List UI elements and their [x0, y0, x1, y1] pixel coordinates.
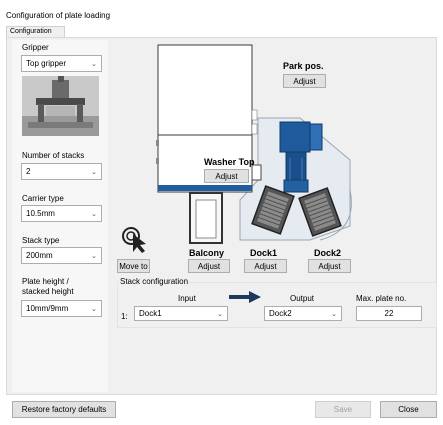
number-of-stacks-value: 2: [26, 167, 31, 176]
chevron-down-icon: ⌄: [91, 60, 97, 68]
restore-factory-defaults-button[interactable]: Restore factory defaults: [12, 401, 116, 418]
dock2-title: Dock2: [314, 248, 342, 258]
plate-height-select[interactable]: 10mm/9mm ⌄: [21, 300, 102, 317]
chevron-down-icon: ⌄: [91, 210, 97, 218]
dock1-adjust-button[interactable]: Adjust: [244, 259, 287, 273]
row-index: 1:: [121, 312, 128, 321]
carrier-type-label: Carrier type: [22, 194, 64, 203]
gripper-value: Top gripper: [26, 59, 67, 68]
output-header: Output: [290, 294, 315, 303]
chevron-down-icon: ⌄: [91, 168, 97, 176]
gripper-photo: [22, 76, 99, 136]
park-pos-title: Park pos.: [283, 61, 324, 71]
input-select[interactable]: Dock1 ⌄: [134, 306, 228, 321]
gripper-select[interactable]: Top gripper ⌄: [21, 55, 102, 72]
output-select[interactable]: Dock2 ⌄: [264, 306, 342, 321]
chevron-down-icon: ⌄: [91, 305, 97, 313]
carrier-type-select[interactable]: 10.5mm ⌄: [21, 205, 102, 222]
input-header: Input: [178, 294, 196, 303]
chevron-down-icon: ⌄: [331, 310, 337, 318]
balcony-adjust-button[interactable]: Adjust: [188, 259, 230, 273]
washer-top-adjust-button[interactable]: Adjust: [204, 169, 249, 183]
max-plate-header: Max. plate no.: [356, 294, 407, 303]
max-plate-input[interactable]: 22: [356, 306, 422, 321]
stack-type-value: 200mm: [26, 251, 53, 260]
gripper-label: Gripper: [22, 43, 49, 52]
output-value: Dock2: [269, 309, 292, 318]
save-button[interactable]: Save: [315, 401, 371, 418]
plate-height-label-line2: stacked height: [22, 287, 74, 296]
close-button[interactable]: Close: [380, 401, 437, 418]
washer-top-title: Washer Top: [204, 157, 255, 167]
arrow-right-icon: [229, 291, 261, 303]
chevron-down-icon: ⌄: [91, 252, 97, 260]
input-value: Dock1: [139, 309, 162, 318]
number-of-stacks-label: Number of stacks: [22, 151, 85, 160]
stack-type-select[interactable]: 200mm ⌄: [21, 247, 102, 264]
chevron-down-icon: ⌄: [217, 310, 223, 318]
plate-height-label-line1: Plate height /: [22, 277, 69, 286]
dock2-adjust-button[interactable]: Adjust: [308, 259, 351, 273]
carrier-type-value: 10.5mm: [26, 209, 55, 218]
stack-type-label: Stack type: [22, 236, 60, 245]
number-of-stacks-select[interactable]: 2 ⌄: [21, 163, 102, 180]
move-to-button[interactable]: Move to: [117, 259, 150, 273]
plate-height-value: 10mm/9mm: [26, 304, 69, 313]
dock1-title: Dock1: [250, 248, 278, 258]
instrument-diagram: [150, 40, 360, 275]
window-title: Configuration of plate loading: [6, 11, 111, 20]
move-to-icon[interactable]: [117, 226, 150, 254]
stack-configuration-title: Stack configuration: [119, 277, 190, 286]
balcony-title: Balcony: [189, 248, 225, 258]
stack-configuration-group: [117, 282, 437, 328]
park-adjust-button[interactable]: Adjust: [283, 74, 326, 88]
